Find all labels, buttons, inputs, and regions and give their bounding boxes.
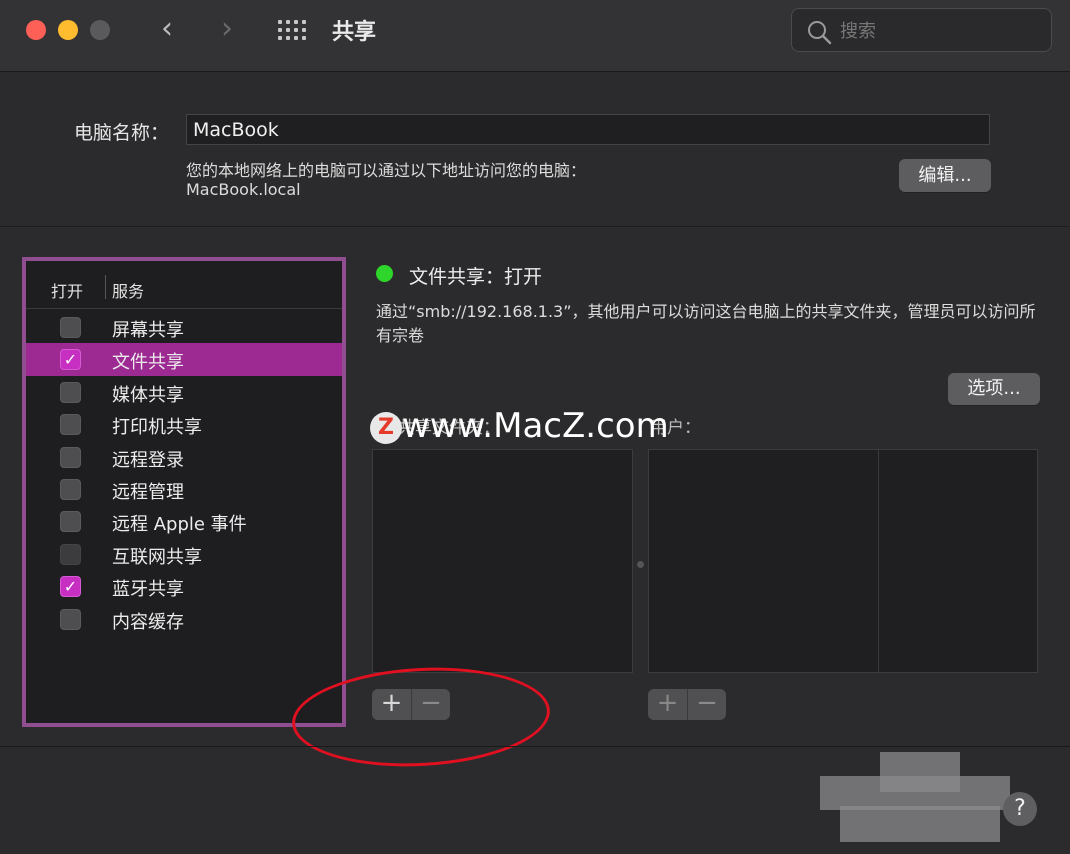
service-row[interactable]: 内容缓存 [26,603,342,635]
show-all-grid-icon[interactable] [278,20,308,40]
watermark-text: www.MacZ.com [402,406,669,446]
forward-chevron-icon[interactable]: › [212,14,242,46]
address-description: 您的本地网络上的电脑可以通过以下地址访问您的电脑： [186,161,587,180]
computer-name-label: 电脑名称： [74,122,170,144]
service-row[interactable]: 远程 Apple 事件 [26,505,342,537]
watermark-logo: Z [370,412,402,444]
add-user-button[interactable]: + [648,689,687,720]
window-title: 共享 [332,20,377,45]
service-label: 屏幕共享 [112,320,184,341]
service-row[interactable]: ✓ 蓝牙共享 [26,570,342,602]
service-label: 远程登录 [112,449,184,471]
split-view-handle[interactable] [637,561,644,568]
service-label: 互联网共享 [112,546,202,568]
users-add-remove-control: + − [648,689,726,720]
column-divider [105,275,106,299]
service-list-header: 打开 服务 [26,261,342,309]
computer-name-section: 电脑名称： 您的本地网络上的电脑可以通过以下地址访问您的电脑： MacBook.… [0,73,1070,227]
service-status-description: 通过“smb://192.168.1.3”，其他用户可以访问这台电脑上的共享文件… [376,302,1036,345]
service-checkbox[interactable]: ✓ [60,349,81,371]
service-row[interactable]: 媒体共享 [26,376,342,408]
service-label: 内容缓存 [112,611,184,633]
search-icon [808,21,832,45]
service-checkbox[interactable] [60,543,81,565]
service-checkbox[interactable] [60,317,81,338]
column-header-service[interactable]: 服务 [112,278,144,302]
service-label: 远程管理 [112,481,184,503]
status-indicator-icon [376,265,393,282]
service-label: 远程 Apple 事件 [112,514,247,536]
service-checkbox[interactable] [60,478,81,500]
search-input[interactable] [840,17,1040,45]
blurred-region [820,776,1010,810]
options-button[interactable]: 选项... [948,373,1040,405]
service-label: 蓝牙共享 [112,579,184,601]
service-label: 媒体共享 [112,384,184,406]
service-checkbox[interactable] [60,414,81,436]
users-list[interactable] [648,449,1038,673]
service-checkbox[interactable] [60,381,81,403]
service-checkbox[interactable] [60,446,81,468]
local-hostname: MacBook.local [186,180,301,199]
service-status-title: 文件共享：打开 [409,266,543,288]
service-checkbox[interactable]: ✓ [60,576,81,598]
service-row[interactable]: 远程管理 [26,473,342,505]
bottom-divider [0,746,1070,747]
zoom-window-button[interactable] [90,20,110,40]
service-checkbox[interactable] [60,511,81,533]
computer-name-field[interactable] [186,114,990,145]
column-header-on[interactable]: 打开 [51,278,83,302]
service-row[interactable]: ✓ 文件共享 [26,343,342,376]
service-checkbox[interactable] [60,608,81,630]
blurred-region [840,806,1000,842]
minimize-window-button[interactable] [58,20,78,40]
search-field[interactable] [791,8,1052,52]
close-window-button[interactable] [26,20,46,40]
service-label: 文件共享 [112,352,184,374]
service-row[interactable]: 远程登录 [26,441,342,473]
shared-folders-list[interactable] [372,449,633,673]
back-chevron-icon[interactable]: ‹ [152,14,182,46]
service-row[interactable]: 打印机共享 [26,408,342,440]
service-list-panel: 打开 服务 屏幕共享 ✓ 文件共享媒体共享打印机共享远程登录远程管理远程 Apple… [22,257,346,727]
edit-hostname-button[interactable]: 编辑... [899,159,991,192]
title-bar: ‹ › 共享 [0,0,1070,72]
service-row[interactable]: 屏幕共享 [26,311,342,343]
remove-user-button[interactable]: − [687,689,726,720]
service-label: 打印机共享 [112,417,202,439]
service-list: 屏幕共享 ✓ 文件共享媒体共享打印机共享远程登录远程管理远程 Apple 事件 互联网… [26,311,342,635]
help-button[interactable]: ? [1003,792,1037,826]
users-column-divider [878,450,879,672]
service-row[interactable]: 互联网共享 [26,538,342,570]
